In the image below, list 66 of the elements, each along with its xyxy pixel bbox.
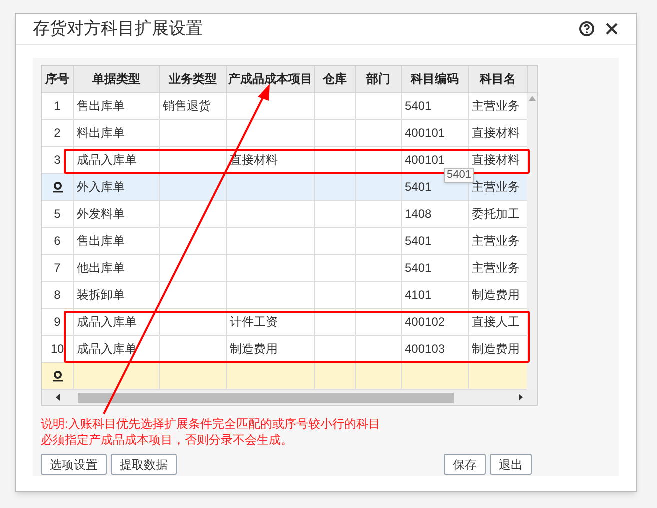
table-cell-text: 他出库单	[77, 260, 125, 277]
table-cell-text: 1408	[405, 206, 432, 223]
table-cell-text: 售出库单	[77, 233, 125, 250]
table-cell-text: 400103	[405, 341, 446, 358]
current-row-icon	[52, 181, 64, 193]
table-cell-text: 制造费用	[472, 341, 520, 358]
table-cell-text: 4101	[405, 287, 432, 304]
table-cell-text: 直接材料	[472, 152, 520, 169]
tooltip: 5401	[444, 168, 474, 183]
table-cell-text: 主营业务	[472, 233, 520, 250]
row-number: 1	[54, 98, 61, 115]
current-row-icon	[52, 370, 64, 382]
table-cell-text: 主营业务	[472, 260, 520, 277]
row-number: 2	[54, 125, 61, 142]
table-cell-text: 销售退货	[163, 98, 211, 115]
column-header[interactable]: 科目编码	[402, 66, 469, 92]
table-cell-text: 直接人工	[472, 314, 520, 331]
dialog-button[interactable]: 退出	[490, 454, 532, 475]
close-icon[interactable]	[605, 22, 619, 36]
row-number: 7	[54, 260, 61, 277]
column-header[interactable]: 序号	[42, 66, 74, 92]
dialog-button[interactable]: 选项设置	[41, 454, 107, 475]
scroll-right-icon[interactable]	[519, 394, 523, 401]
table-cell-text: 直接材料	[472, 125, 520, 142]
table-cell-text: 成品入库单	[77, 314, 137, 331]
table-cell-text: 5401	[405, 98, 432, 115]
help-icon[interactable]	[579, 21, 595, 37]
table-cell-text: 成品入库单	[77, 152, 137, 169]
table-cell-text: 计件工资	[230, 314, 278, 331]
table-cell-text: 料出库单	[77, 125, 125, 142]
table-cell-text: 制造费用	[230, 341, 278, 358]
table-cell-text: 售出库单	[77, 98, 125, 115]
scroll-left-icon[interactable]	[56, 394, 60, 401]
table-cell-text: 5401	[405, 233, 432, 250]
column-header[interactable]: 仓库	[315, 66, 356, 92]
row-number: 8	[54, 287, 61, 304]
horizontal-scrollbar[interactable]	[42, 390, 537, 405]
note-text: 必须指定产成品成本项目，否则分录不会生成。	[41, 432, 293, 448]
row-number: 9	[54, 314, 61, 331]
row-number: 3	[54, 152, 61, 169]
note-text: 说明:入账科目优先选择扩展条件完全匹配的或序号较小行的科目	[41, 416, 380, 432]
row-number: 5	[54, 206, 61, 223]
table-cell-text: 主营业务	[472, 98, 520, 115]
column-header[interactable]: 业务类型	[160, 66, 227, 92]
table-cell-text: 制造费用	[472, 287, 520, 304]
table-cell-text: 装拆卸单	[77, 287, 125, 304]
dialog-button[interactable]: 提取数据	[111, 454, 177, 475]
table-cell-text: 5401	[405, 260, 432, 277]
vertical-scrollbar[interactable]	[527, 93, 537, 390]
table-cell-text: 主营业务	[472, 179, 520, 196]
table-cell-text: 400102	[405, 314, 446, 331]
column-header[interactable]: 部门	[356, 66, 402, 92]
table-cell-text: 成品入库单	[77, 341, 137, 358]
table-cell-text: 外发料单	[77, 206, 125, 223]
column-header[interactable]: 科目名	[469, 66, 528, 92]
table-cell-text: 400101	[405, 125, 446, 142]
column-header[interactable]: 单据类型	[74, 66, 160, 92]
row-number: 6	[54, 233, 61, 250]
table-cell-text: 5401	[405, 179, 432, 196]
table-cell-text: 400101	[405, 152, 446, 169]
scrollbar-thumb[interactable]	[78, 392, 454, 402]
row-number: 10	[50, 341, 64, 358]
window-title: 存货对方科目扩展设置	[33, 18, 203, 40]
dialog-button[interactable]: 保存	[444, 454, 486, 475]
table-cell-text: 委托加工	[472, 206, 520, 223]
table-cell-text: 外入库单	[77, 179, 125, 196]
